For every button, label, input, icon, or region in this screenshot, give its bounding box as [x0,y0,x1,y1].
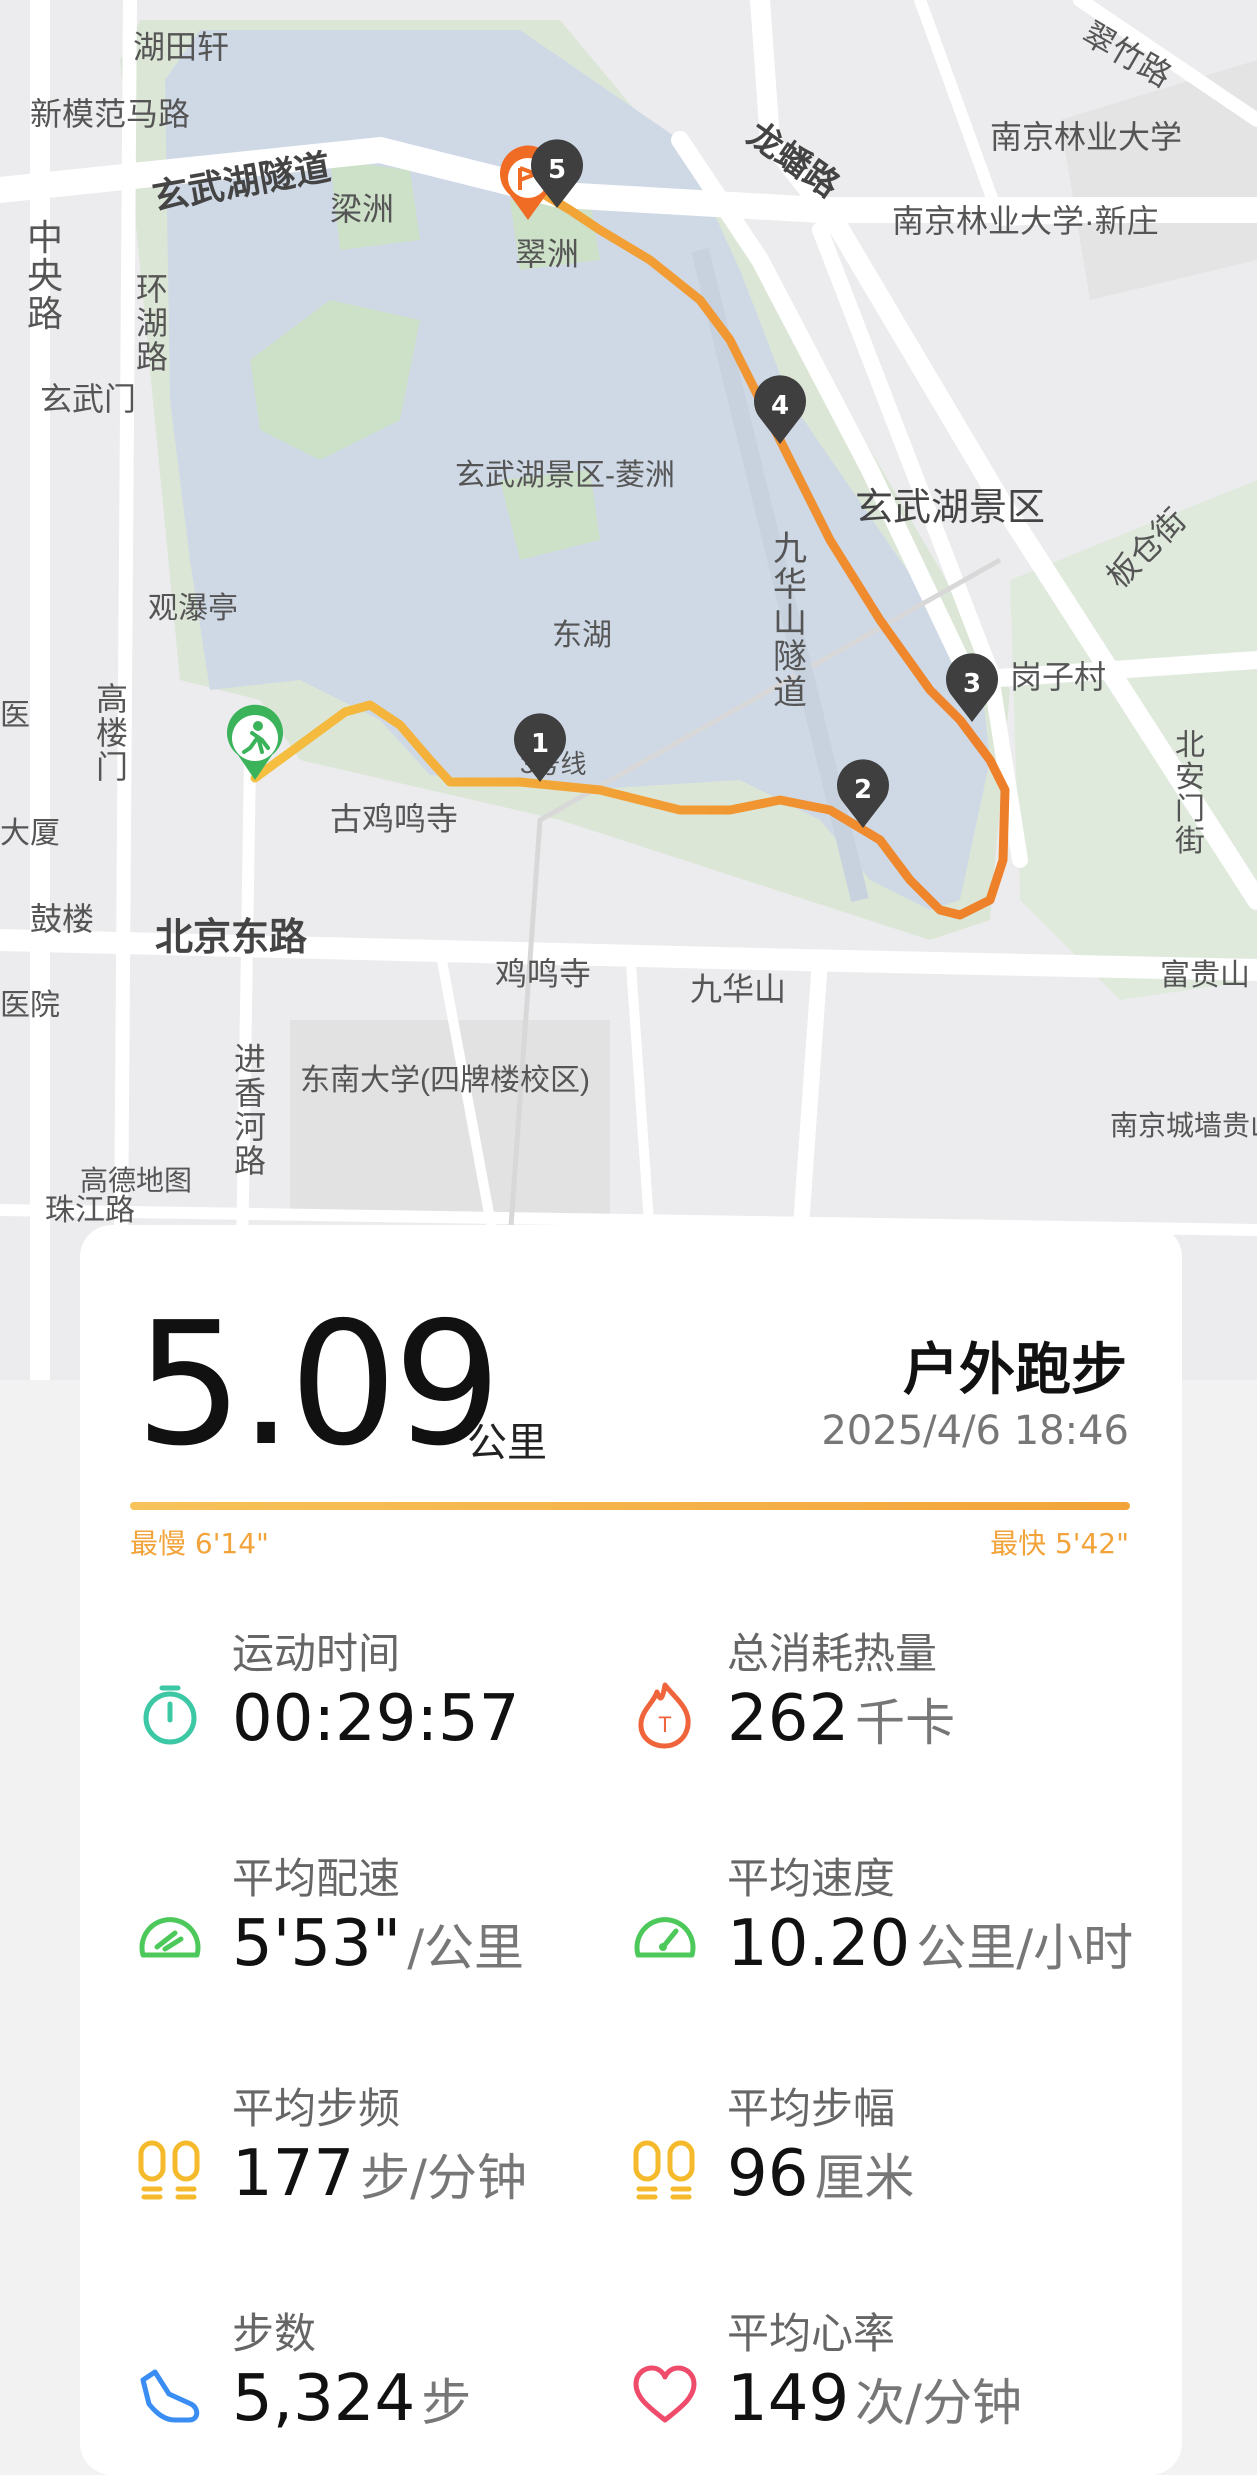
stat-label: 平均步幅 [727,2084,896,2133]
stat-unit: 步 [421,2374,472,2432]
map-label: 医院 [0,989,60,1022]
map-label: 九华山隧道 [773,530,807,712]
footprints-icon [633,2140,695,2200]
route-map[interactable]: 湖田轩 新模范马路 玄武湖隧道 梁洲 翠洲 龙蟠路 南京林业大学 南京林业大学·… [0,0,1257,1380]
stopwatch-icon [143,1685,197,1745]
map-label: 鸡鸣寺 [495,956,591,992]
map-label: 进香河路 [234,1041,266,1179]
map-label: 北京东路 [155,917,308,959]
map-label: 珠江路 [45,1194,135,1227]
map-label: 北安门街 [1175,729,1205,858]
stat-unit: 次/分钟 [855,2374,1023,2432]
activity-datetime: 2025/4/6 18:46 [821,1408,1129,1454]
map-label: 环湖路 [136,271,168,375]
stat-label: 平均速度 [727,1854,896,1903]
km-marker-label: 4 [771,391,789,421]
map-label: 玄武湖景区-菱洲 [455,459,675,492]
map-label: 九华山 [690,971,786,1007]
km-marker-label: 1 [531,729,549,759]
speed-gauge-icon [634,1917,696,1958]
stat-label: 步数 [232,2309,317,2358]
stat-label: 平均心率 [727,2309,896,2358]
stat-value: 96 [727,2137,809,2211]
map-label: 高楼门 [96,681,128,785]
pace-gauge-icon [139,1917,201,1958]
stat-unit: 公里/小时 [916,1919,1134,1977]
map-label: 玄武湖景区 [855,487,1045,529]
svg-text:T: T [658,1712,671,1737]
stat-label: 运动时间 [232,1629,401,1678]
map-label: 南京林业大学·新庄 [892,203,1159,239]
stat-value: 177 [232,2137,355,2211]
map-label: 医 [0,699,30,732]
calorie-flame-icon: T [638,1682,691,1749]
stat-unit: 步/分钟 [360,2149,528,2207]
stat-value: 00:29:57 [232,1682,520,1756]
pace-range-bar [130,1502,1130,1510]
map-label: 南京城墙贵山登城 [1110,1110,1257,1141]
activity-type: 户外跑步 [903,1338,1127,1403]
map-label: 新模范马路 [30,96,190,132]
stat-value: 10.20 [727,1907,911,1981]
shoe-icon [140,2369,200,2423]
map-label: 观瀑亭 [148,592,238,625]
campus-block [290,1020,610,1220]
stat-unit: 厘米 [814,2149,915,2207]
stat-unit: /公里 [407,1919,525,1977]
map-label: 古鸡鸣寺 [330,801,458,837]
map-label: 富贵山 [1160,959,1250,992]
map-label: 南京林业大学 [990,119,1182,155]
slowest-pace: 最慢 6'14" [130,1527,269,1560]
footprints-icon [138,2140,200,2200]
map-label: 东湖 [552,619,612,652]
stat-value: 5,324 [232,2362,416,2436]
distance-value: 5.09 [135,1286,502,1484]
heart-icon [633,2365,697,2423]
map-label: 梁洲 [330,191,394,227]
map-label: 湖田轩 [133,29,229,65]
fastest-pace: 最快 5'42" [990,1527,1129,1560]
stat-value: 149 [727,2362,850,2436]
map-label: 玄武门 [40,381,136,417]
map-label: 鼓楼 [30,901,94,937]
map-label: 中央路 [27,217,63,334]
stat-value: 262 [727,1682,850,1756]
stat-label: 平均步频 [232,2084,401,2133]
km-marker-label: 5 [548,155,566,185]
stat-label: 总消耗热量 [727,1629,938,1678]
map-label: 岗子村 [1010,659,1106,695]
stat-label: 平均配速 [232,1854,401,1903]
stat-unit: 千卡 [855,1694,956,1752]
km-marker-label: 3 [963,669,981,699]
distance-unit: 公里 [467,1420,547,1466]
map-label: 大厦 [0,817,60,850]
stat-value: 5'53" [232,1907,402,1981]
km-marker-label: 2 [854,775,872,805]
map-label: 高德地图 [80,1165,192,1196]
map-label: 翠洲 [515,236,579,272]
map-label: 东南大学(四牌楼校区) [300,1064,590,1097]
